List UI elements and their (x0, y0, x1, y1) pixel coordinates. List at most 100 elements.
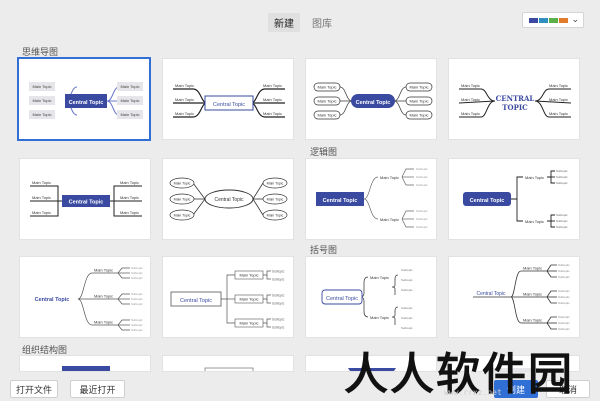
main-topic-label: Main Topic (267, 198, 284, 202)
main-topic-label: Main Topic (174, 198, 191, 202)
main-topic-label: Main Topic (523, 292, 542, 297)
theme-swatch (539, 17, 548, 23)
subtopic-label: Subtopic (131, 318, 143, 322)
central-topic-label: Central Topic (476, 291, 506, 297)
subtopic-label: Subtopic (401, 306, 413, 310)
main-topic-label: Main Topic (239, 321, 258, 326)
subtopic-label: Subtopic (401, 326, 413, 330)
central-topic-label: Central Topic (323, 198, 358, 204)
subtopic-label: Subtopic (416, 225, 428, 229)
main-topic-label: Main Topic (549, 83, 568, 88)
main-topic-label: Main Topic (549, 111, 568, 116)
theme-color-picker[interactable]: ⌄ (522, 12, 584, 28)
recent-open-button[interactable]: 最近打开 (70, 380, 125, 398)
tab-new[interactable]: 新建 (268, 13, 300, 32)
main-topic-label: Main Topic (267, 182, 284, 186)
central-topic-label: Central Topic (470, 198, 505, 204)
main-topic-label: Main Topic (523, 266, 542, 271)
tab-gallery[interactable]: 图库 (306, 13, 338, 32)
subtopic-label: Subtopic (131, 297, 143, 301)
main-topic-label: Main Topic (525, 219, 544, 224)
subtopic-label: Subtopic (556, 169, 568, 173)
subtopic-label: Subtopic (272, 326, 285, 330)
main-topic-label: Main Topic (370, 275, 389, 280)
subtopic-label: Subtopic (556, 213, 568, 217)
template-card-bracket-1[interactable]: Central Topic Main Topic Main Topic Subt… (305, 256, 437, 338)
subtopic-label: Subtopic (131, 302, 143, 306)
main-topic-label: Main Topic (239, 297, 258, 302)
template-card-mindmap-3[interactable]: Central Topic Main Topic Main Topic Main… (305, 58, 437, 140)
subtopic-label: Subtopic (558, 275, 570, 279)
main-topic-label: Main Topic (549, 97, 568, 102)
subtopic-label: Subtopic (416, 183, 428, 187)
central-topic-label: Central Topic (214, 197, 244, 203)
central-topic-label: TOPIC (502, 103, 528, 112)
template-card-logic-4[interactable]: Central Topic Main Topic Main Topic Main… (162, 256, 294, 338)
central-topic-label: Central Topic (69, 200, 104, 206)
template-card-logic-1[interactable]: Central Topic Main Topic Main Topic Subt… (305, 158, 437, 240)
template-card-mindmap-4[interactable]: CENTRAL TOPIC Main Topic Main Topic Main… (448, 58, 580, 140)
main-topic-label: Main Topic (120, 210, 139, 215)
main-topic-label: Main Topic (409, 113, 428, 118)
main-topic-label: Main Topic (263, 111, 282, 116)
template-card-mindmap-5[interactable]: Central Topic Main Topic Main Topic Main… (19, 158, 151, 240)
subtopic-label: Subtopic (272, 318, 285, 322)
main-topic-label: Main Topic (380, 175, 399, 180)
subtopic-label: Subtopic (558, 321, 570, 325)
main-topic-label: Main Topic (370, 315, 389, 320)
subtopic-label: Subtopic (556, 181, 568, 185)
subtopic-label: Subtopic (131, 266, 143, 270)
main-topic-label: Main Topic (32, 84, 51, 89)
main-topic-label: Main Topic (263, 97, 282, 102)
section-title-bracket: 括号图 (310, 245, 338, 255)
subtopic-label: Subtopic (558, 327, 570, 331)
main-topic-label: Main Topic (525, 175, 544, 180)
subtopic-label: Subtopic (558, 301, 570, 305)
subtopic-label: Subtopic (416, 209, 428, 213)
main-topic-label: Main Topic (120, 195, 139, 200)
template-card-org-1[interactable] (19, 355, 151, 372)
central-topic-label: Central Topic (35, 297, 70, 303)
main-topic-label: Main Topic (409, 85, 428, 90)
template-card-org-2[interactable] (162, 355, 294, 372)
main-topic-label: Main Topic (461, 97, 480, 102)
open-file-button[interactable]: 打开文件 (10, 380, 58, 398)
template-card-logic-3[interactable]: Central Topic Main Topic Main Topic Main… (19, 256, 151, 338)
main-topic-label: Main Topic (239, 273, 258, 278)
theme-swatch (559, 17, 568, 23)
subtopic-label: Subtopic (272, 294, 285, 298)
subtopic-label: Subtopic (401, 316, 413, 320)
central-topic-label: CENTRAL (496, 94, 535, 103)
main-topic-label: Main Topic (120, 84, 139, 89)
template-card-mindmap-2[interactable]: Central Topic Main Topic Main Topic Main… (162, 58, 294, 140)
subtopic-label: Subtopic (401, 288, 413, 292)
central-topic-label: Central Topic (69, 100, 104, 106)
subtopic-label: Subtopic (131, 292, 143, 296)
template-card-bracket-2[interactable]: Central Topic Main Topic Main Topic Main… (448, 256, 580, 338)
main-topic-label: Main Topic (175, 97, 194, 102)
tab-group: 新建 图库 (268, 13, 338, 32)
subtopic-label: Subtopic (131, 328, 143, 332)
main-topic-label: Main Topic (94, 320, 113, 325)
subtopic-label: Subtopic (401, 278, 413, 282)
main-topic-label: Main Topic (120, 180, 139, 185)
theme-swatch (549, 17, 558, 23)
main-topic-label: Main Topic (32, 98, 51, 103)
subtopic-label: Subtopic (556, 175, 568, 179)
main-topic-label: Main Topic (32, 180, 51, 185)
subtopic-label: Subtopic (558, 269, 570, 273)
main-topic-label: Main Topic (317, 99, 336, 104)
main-topic-label: Main Topic (523, 318, 542, 323)
subtopic-label: Subtopic (556, 225, 568, 229)
template-card-mindmap-6[interactable]: Central Topic Main Topic Main Topic Main… (162, 158, 294, 240)
subtopic-label: Subtopic (131, 271, 143, 275)
template-card-logic-2[interactable]: Central Topic Main Topic Main Topic Subt… (448, 158, 580, 240)
subtopic-label: Subtopic (401, 268, 413, 272)
template-card-mindmap-1[interactable]: Central Topic Main Topic Main Topic Main… (17, 57, 151, 141)
subtopic-label: Subtopic (556, 219, 568, 223)
main-topic-label: Main Topic (175, 83, 194, 88)
main-topic-label: Main Topic (380, 217, 399, 222)
watermark-url: www.rrxz.net (444, 388, 502, 397)
main-topic-label: Main Topic (409, 99, 428, 104)
central-topic-label: Central Topic (326, 296, 358, 302)
